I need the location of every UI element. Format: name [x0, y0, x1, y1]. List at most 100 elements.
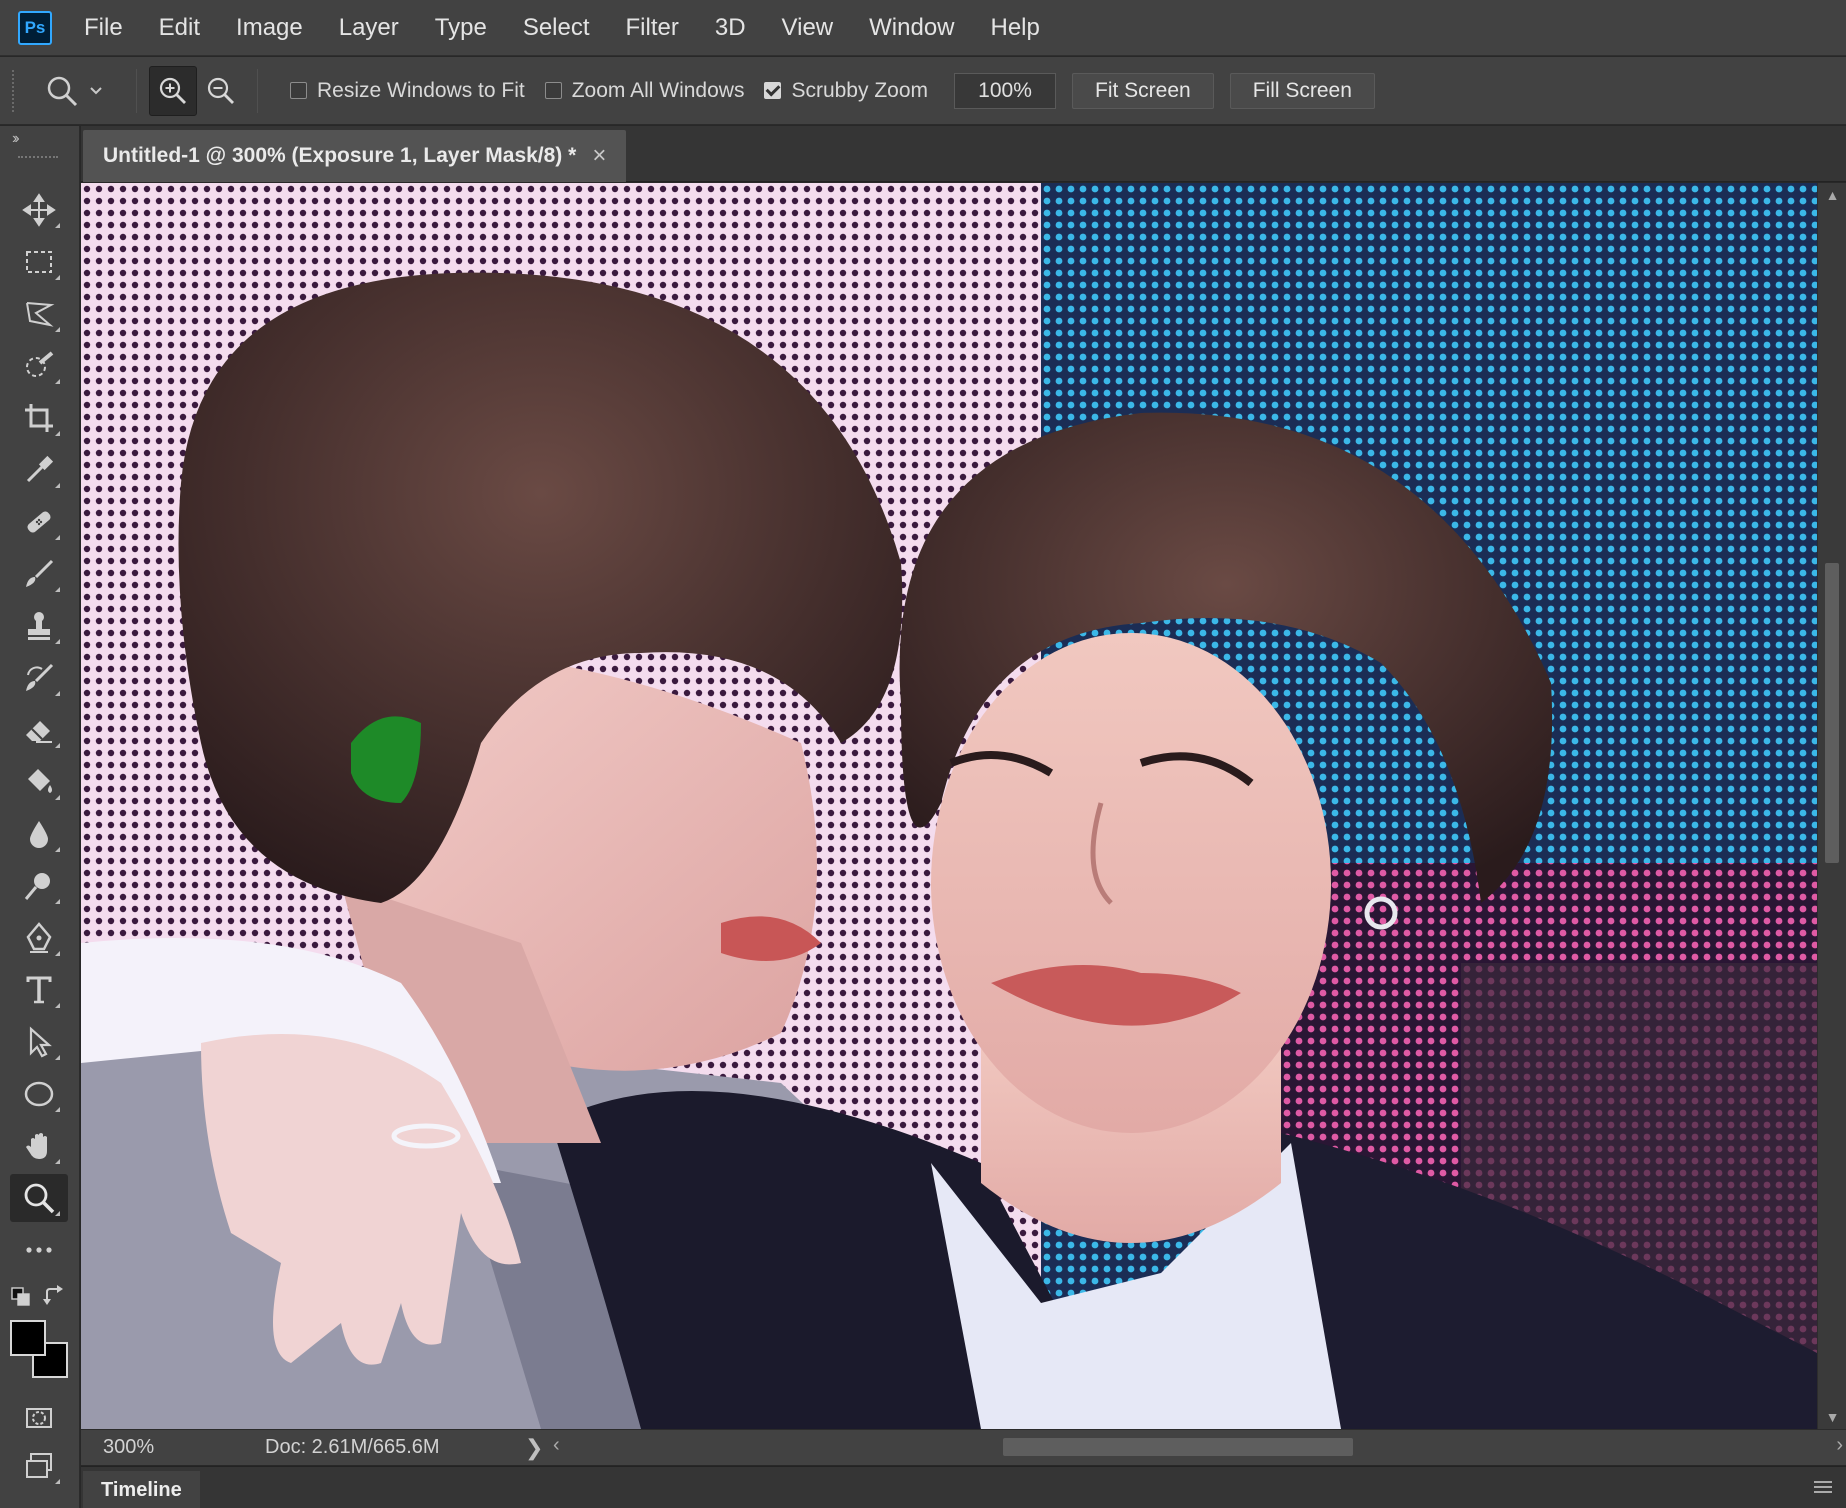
swap-colors-icon[interactable]	[42, 1284, 66, 1308]
move-icon	[22, 193, 56, 227]
menu-image[interactable]: Image	[218, 0, 321, 56]
horizontal-scrollbar[interactable]: ‹ ›	[553, 1434, 1843, 1460]
pen-icon	[26, 922, 52, 953]
document-tab[interactable]: Untitled-1 @ 300% (Exposure 1, Layer Mas…	[83, 130, 627, 182]
eraser-tool[interactable]	[10, 706, 68, 754]
lasso-tool[interactable]	[10, 290, 68, 338]
zoom-out-button[interactable]	[197, 66, 245, 116]
vertical-scroll-thumb[interactable]	[1825, 563, 1839, 863]
quick-mask-icon	[26, 1408, 52, 1428]
hand-tool[interactable]	[10, 1122, 68, 1170]
status-menu-arrow[interactable]: ❯	[525, 1435, 543, 1461]
scroll-down-icon[interactable]: ▼	[1818, 1409, 1846, 1425]
brush-icon	[26, 559, 54, 587]
eyedropper-tool[interactable]	[10, 446, 68, 494]
menu-layer[interactable]: Layer	[321, 0, 417, 56]
crop-tool[interactable]	[10, 394, 68, 442]
checkbox-box[interactable]	[544, 82, 562, 99]
marquee-icon	[26, 251, 52, 273]
zoom-icon	[24, 1183, 55, 1214]
panel-grip[interactable]	[18, 156, 58, 160]
clone-stamp-tool[interactable]	[10, 602, 68, 650]
crop-icon	[25, 404, 53, 432]
scroll-up-icon[interactable]: ▲	[1818, 187, 1846, 203]
quick-mask-mode[interactable]	[10, 1394, 68, 1442]
close-icon[interactable]: ×	[592, 142, 606, 170]
corner-triangle	[55, 1003, 60, 1008]
photo-content	[81, 183, 1817, 1429]
corner-triangle	[55, 1159, 60, 1164]
fill-screen-button[interactable]: Fill Screen	[1229, 72, 1375, 109]
options-bar-grip[interactable]	[12, 69, 16, 112]
photoshop-logo: Ps	[18, 10, 52, 45]
rectangular-marquee-tool[interactable]	[10, 238, 68, 286]
dodge-icon	[24, 873, 50, 900]
corner-triangle	[55, 1055, 60, 1060]
paint-bucket-tool[interactable]	[10, 758, 68, 806]
corner-triangle	[55, 483, 60, 488]
history-brush-tool[interactable]	[10, 654, 68, 702]
menu-filter[interactable]: Filter	[608, 0, 697, 56]
vertical-scrollbar[interactable]: ▲ ▼	[1817, 183, 1846, 1429]
color-swatches	[10, 1316, 70, 1380]
menu-help[interactable]: Help	[973, 0, 1058, 56]
stamp-icon	[28, 612, 50, 640]
zoom-in-button[interactable]	[149, 65, 197, 116]
zoom-all-windows-checkbox[interactable]: Zoom All Windows	[544, 78, 745, 103]
quick-selection-tool[interactable]	[10, 342, 68, 390]
corner-triangle	[55, 223, 60, 228]
default-colors-icon[interactable]	[10, 1286, 32, 1308]
scroll-left-icon[interactable]: ‹	[553, 1434, 560, 1457]
move-tool[interactable]	[10, 186, 68, 234]
zoom-tool[interactable]	[10, 1174, 68, 1222]
collapse-panel-icon[interactable]: ››	[12, 130, 19, 148]
corner-triangle	[55, 743, 60, 748]
edit-toolbar[interactable]	[10, 1226, 68, 1274]
menu-view[interactable]: View	[764, 0, 852, 56]
tool-preset-picker[interactable]	[44, 73, 124, 109]
checkbox-box[interactable]	[290, 82, 307, 99]
healing-brush-tool[interactable]	[10, 498, 68, 546]
ellipse-tool[interactable]	[10, 1070, 68, 1118]
scrubby-zoom-checkbox[interactable]: Scrubby Zoom	[764, 79, 928, 103]
corner-triangle	[55, 691, 60, 696]
quick-selection-icon	[26, 351, 54, 377]
options-separator	[257, 68, 258, 113]
fit-screen-button[interactable]: Fit Screen	[1072, 72, 1214, 109]
corner-triangle	[55, 1107, 60, 1112]
pen-tool[interactable]	[10, 914, 68, 962]
checkbox-box-checked[interactable]	[764, 82, 782, 99]
scroll-right-icon[interactable]: ›	[1836, 1434, 1843, 1457]
screen-mode[interactable]	[10, 1442, 68, 1490]
menu-3d[interactable]: 3D	[697, 0, 764, 56]
screen-mode-icon	[26, 1453, 52, 1478]
zoom-percent-field[interactable]: 100%	[954, 72, 1057, 109]
options-bar: Resize Windows to Fit Zoom All Windows S…	[0, 57, 1846, 125]
horizontal-scroll-thumb[interactable]	[1003, 1438, 1353, 1456]
menu-edit[interactable]: Edit	[141, 0, 218, 56]
hand-icon	[26, 1133, 47, 1159]
brush-tool[interactable]	[10, 550, 68, 598]
menu-type[interactable]: Type	[417, 0, 505, 56]
resize-windows-to-fit-checkbox[interactable]: Resize Windows to Fit	[290, 79, 525, 103]
panel-menu-icon[interactable]	[1814, 1481, 1832, 1493]
corner-triangle	[55, 431, 60, 436]
menu-select[interactable]: Select	[505, 0, 608, 56]
corner-triangle	[55, 379, 60, 384]
corner-triangle	[55, 587, 60, 592]
blur-tool[interactable]	[10, 810, 68, 858]
path-selection-tool[interactable]	[10, 1018, 68, 1066]
checkbox-label: Scrubby Zoom	[791, 78, 929, 102]
eraser-icon	[26, 721, 52, 743]
type-tool[interactable]	[10, 966, 68, 1014]
status-zoom-level[interactable]: 300%	[81, 1436, 177, 1459]
dodge-tool[interactable]	[10, 862, 68, 910]
canvas-photo[interactable]	[81, 183, 1817, 1429]
foreground-color-swatch[interactable]	[10, 1320, 46, 1356]
menu-window[interactable]: Window	[851, 0, 972, 56]
menu-file[interactable]: File	[66, 0, 141, 56]
corner-triangle	[55, 899, 60, 904]
timeline-tab[interactable]: Timeline	[83, 1471, 200, 1508]
canvas-area[interactable]	[81, 183, 1817, 1429]
checkbox-label: Zoom All Windows	[571, 78, 745, 102]
